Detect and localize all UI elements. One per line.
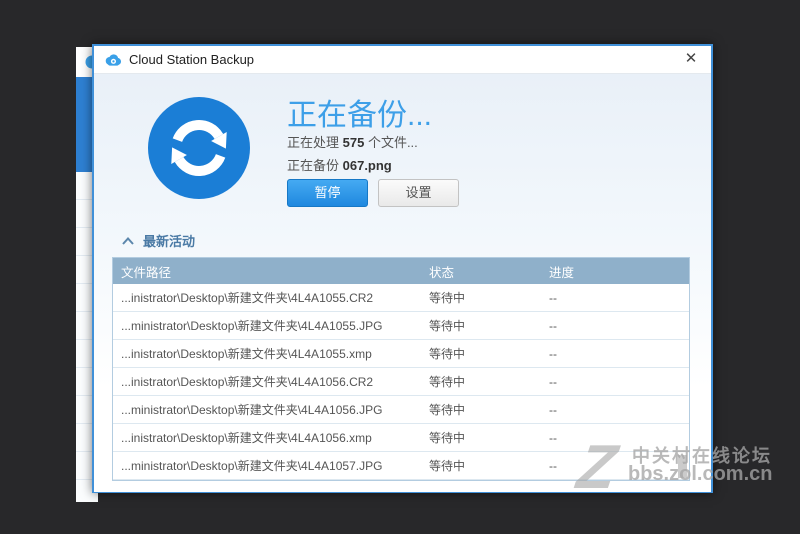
file-path-cell: ...inistrator\Desktop\新建文件夹\4L4A1055.CR2 xyxy=(113,289,421,306)
recent-activity-toggle[interactable]: 最新活动 xyxy=(122,231,195,250)
table-row[interactable]: ...ministrator\Desktop\新建文件夹\4L4A1056.JP… xyxy=(113,396,689,424)
backup-status-heading: 正在备份... xyxy=(287,90,432,134)
current-file-prefix: 正在备份 xyxy=(287,158,343,173)
status-cell: 等待中 xyxy=(421,345,541,362)
status-cell: 等待中 xyxy=(421,429,541,446)
status-cell: 等待中 xyxy=(421,373,541,390)
file-path-cell: ...inistrator\Desktop\新建文件夹\4L4A1055.xmp xyxy=(113,345,421,362)
status-cell: 等待中 xyxy=(421,289,541,306)
column-header-progress: 进度 xyxy=(541,262,689,281)
cloud-station-logo-icon xyxy=(104,53,122,67)
progress-cell: -- xyxy=(541,459,689,473)
file-path-cell: ...ministrator\Desktop\新建文件夹\4L4A1057.JP… xyxy=(113,457,421,474)
file-path-cell: ...ministrator\Desktop\新建文件夹\4L4A1056.JP… xyxy=(113,401,421,418)
action-buttons: 暂停 设置 xyxy=(287,179,459,207)
table-row[interactable]: ...inistrator\Desktop\新建文件夹\4L4A1056.xmp… xyxy=(113,424,689,452)
table-row[interactable]: ...ministrator\Desktop\新建文件夹\4L4A1057.JP… xyxy=(113,452,689,480)
table-row[interactable]: ...inistrator\Desktop\新建文件夹\4L4A1056.CR2… xyxy=(113,368,689,396)
processing-prefix: 正在处理 xyxy=(287,135,343,150)
close-icon[interactable]: ✕ xyxy=(681,49,701,69)
window-title: Cloud Station Backup xyxy=(129,52,254,67)
table-row[interactable]: ...ministrator\Desktop\新建文件夹\4L4A1055.JP… xyxy=(113,312,689,340)
dialog-titlebar: Cloud Station Backup ✕ xyxy=(94,46,711,74)
activity-table: 文件路径 状态 进度 ...inistrator\Desktop\新建文件夹\4… xyxy=(112,257,690,481)
chevron-up-icon xyxy=(122,237,134,245)
progress-cell: -- xyxy=(541,431,689,445)
dialog-body: 正在备份... 正在处理 575 个文件... 正在备份 067.png 暂停 … xyxy=(94,74,711,492)
status-cell: 等待中 xyxy=(421,457,541,474)
file-path-cell: ...inistrator\Desktop\新建文件夹\4L4A1056.xmp xyxy=(113,429,421,446)
settings-button[interactable]: 设置 xyxy=(378,179,459,207)
desktop-background: Cloud Station Backup ✕ 正在备份... 正在处理 575 … xyxy=(0,0,800,534)
cloud-station-backup-dialog: Cloud Station Backup ✕ 正在备份... 正在处理 575 … xyxy=(92,44,713,493)
progress-cell: -- xyxy=(541,291,689,305)
processing-count: 575 xyxy=(343,135,365,150)
column-header-file-path: 文件路径 xyxy=(113,262,421,281)
scrollbar-thumb[interactable] xyxy=(678,455,687,478)
current-file-text: 正在备份 067.png xyxy=(287,155,392,174)
processing-files-text: 正在处理 575 个文件... xyxy=(287,132,418,151)
progress-cell: -- xyxy=(541,347,689,361)
progress-cell: -- xyxy=(541,375,689,389)
processing-suffix: 个文件... xyxy=(364,135,417,150)
activity-table-rows: ...inistrator\Desktop\新建文件夹\4L4A1055.CR2… xyxy=(113,284,689,480)
activity-table-header: 文件路径 状态 进度 xyxy=(113,258,689,284)
status-cell: 等待中 xyxy=(421,317,541,334)
sync-icon xyxy=(148,97,250,199)
current-file-name: 067.png xyxy=(343,158,392,173)
file-path-cell: ...ministrator\Desktop\新建文件夹\4L4A1055.JP… xyxy=(113,317,421,334)
recent-activity-label: 最新活动 xyxy=(143,231,195,250)
column-header-status: 状态 xyxy=(421,262,541,281)
table-row[interactable]: ...inistrator\Desktop\新建文件夹\4L4A1055.CR2… xyxy=(113,284,689,312)
pause-button[interactable]: 暂停 xyxy=(287,179,368,207)
status-cell: 等待中 xyxy=(421,401,541,418)
table-row[interactable]: ...inistrator\Desktop\新建文件夹\4L4A1055.xmp… xyxy=(113,340,689,368)
file-path-cell: ...inistrator\Desktop\新建文件夹\4L4A1056.CR2 xyxy=(113,373,421,390)
progress-cell: -- xyxy=(541,403,689,417)
progress-cell: -- xyxy=(541,319,689,333)
